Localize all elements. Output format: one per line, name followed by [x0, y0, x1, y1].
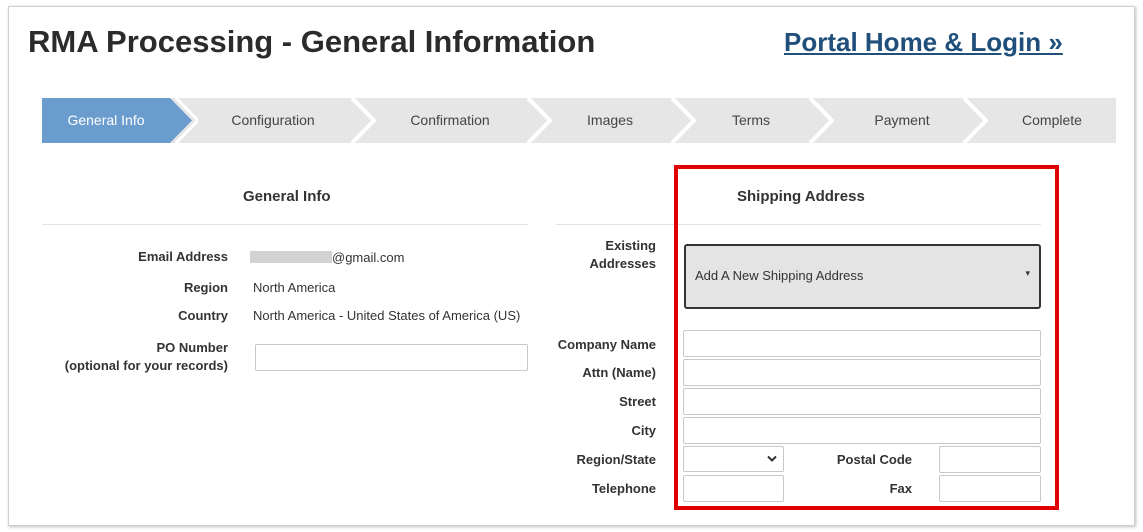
existing-addresses-label: Existing Addresses — [589, 238, 656, 271]
country-value: North America - United States of America… — [253, 308, 521, 323]
page-title: RMA Processing - General Information — [28, 24, 596, 59]
region-state-label: Region/State — [576, 452, 656, 467]
city-label: City — [631, 423, 656, 438]
step-chevron-icon — [806, 98, 834, 143]
portal-home-login-link[interactable]: Portal Home & Login » — [784, 27, 1063, 58]
email-label: Email Address — [138, 249, 228, 264]
step-configuration[interactable]: Configuration — [198, 98, 348, 143]
step-confirmation[interactable]: Confirmation — [376, 98, 524, 143]
company-name-label: Company Name — [557, 337, 656, 352]
step-chevron-icon — [524, 98, 552, 143]
attn-name-label: Attn (Name) — [582, 365, 656, 380]
divider — [42, 224, 528, 225]
general-info-heading: General Info — [243, 188, 331, 205]
email-value: @gmail.com — [250, 250, 404, 265]
step-chevron-icon — [170, 98, 198, 143]
region-value: North America — [253, 280, 336, 295]
street-label: Street — [619, 394, 656, 409]
step-chevron-icon — [668, 98, 696, 143]
highlight-box — [674, 165, 1059, 510]
step-complete[interactable]: Complete — [988, 98, 1116, 143]
step-images[interactable]: Images — [552, 98, 668, 143]
step-payment[interactable]: Payment — [834, 98, 970, 143]
po-number-label: PO Number (optional for your records) — [64, 340, 228, 373]
country-label: Country — [178, 308, 228, 323]
telephone-label: Telephone — [591, 481, 656, 496]
step-wizard: General Info Configuration Confirmation … — [42, 98, 1116, 143]
step-general-info[interactable]: General Info — [42, 98, 170, 143]
redacted-block — [250, 251, 332, 263]
step-chevron-icon — [348, 98, 376, 143]
step-terms[interactable]: Terms — [696, 98, 806, 143]
region-label: Region — [183, 280, 228, 295]
po-number-input[interactable] — [255, 344, 528, 371]
step-chevron-icon — [960, 98, 988, 143]
